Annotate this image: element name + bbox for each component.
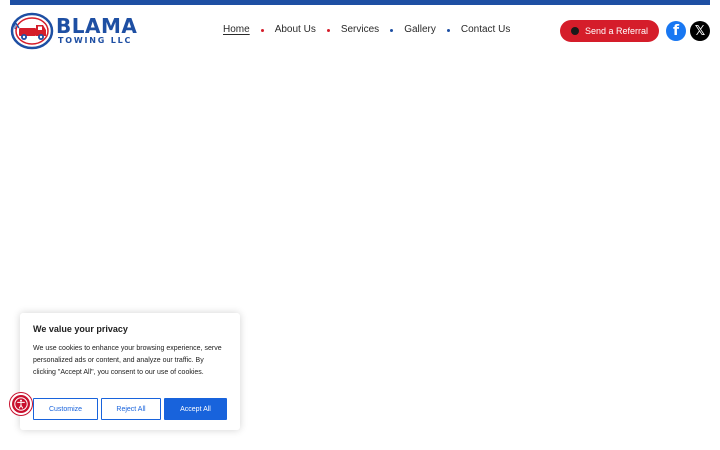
customize-button[interactable]: Customize <box>33 398 98 420</box>
accept-all-button[interactable]: Accept All <box>164 398 227 420</box>
logo-subtitle: TOWING LLC <box>58 36 133 45</box>
accessibility-icon <box>14 397 28 411</box>
nav-item-contact-us[interactable]: Contact Us <box>461 23 510 37</box>
send-referral-button[interactable]: Send a Referral <box>560 20 659 42</box>
tow-truck-badge-icon <box>10 12 54 50</box>
reject-all-button[interactable]: Reject All <box>101 398 161 420</box>
nav-separator-dot <box>326 28 330 32</box>
main-nav: Home About Us Services Gallery Contact U… <box>223 23 510 37</box>
nav-item-gallery[interactable]: Gallery <box>404 23 436 37</box>
nav-separator-dot <box>260 28 264 32</box>
site-header: BLAMA TOWING LLC Home About Us Services … <box>0 5 720 57</box>
cookie-banner-title: We value your privacy <box>33 324 128 334</box>
nav-item-services[interactable]: Services <box>341 23 379 37</box>
dot-icon <box>571 27 579 35</box>
logo-wordmark: BLAMA <box>56 14 138 38</box>
nav-item-home[interactable]: Home <box>223 23 250 37</box>
nav-item-about-us[interactable]: About Us <box>275 23 316 37</box>
x-twitter-icon[interactable]: 𝕏 <box>690 21 710 41</box>
facebook-icon[interactable]: f <box>666 21 686 41</box>
cookie-banner-actions: Customize Reject All Accept All <box>33 398 227 420</box>
send-referral-label: Send a Referral <box>585 26 649 36</box>
cookie-consent-banner: We value your privacy We use cookies to … <box>20 313 240 430</box>
nav-separator-dot <box>390 28 394 32</box>
nav-separator-dot <box>446 28 450 32</box>
cookie-banner-text: We use cookies to enhance your browsing … <box>33 345 222 376</box>
accessibility-button[interactable] <box>10 393 32 415</box>
site-logo[interactable]: BLAMA TOWING LLC <box>10 12 138 50</box>
